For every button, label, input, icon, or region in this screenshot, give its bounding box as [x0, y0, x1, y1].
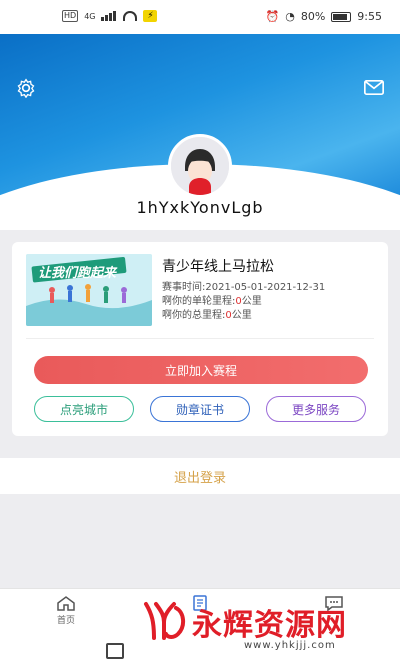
event-image-caption: 让我们跑起来	[38, 266, 117, 281]
wifi-icon	[123, 11, 138, 21]
clock: 9:55	[357, 10, 382, 23]
signal-icon	[101, 11, 118, 21]
total-distance-line: 啊你的总里程:0公里	[162, 310, 252, 321]
light-city-button[interactable]: 点亮城市	[34, 396, 134, 422]
alarm-icon: ⏰	[265, 10, 280, 23]
tab-home-label: 首页	[56, 616, 75, 626]
join-race-button[interactable]: 立即加入赛程	[34, 356, 368, 384]
watermark-logo	[144, 602, 185, 640]
recent-apps-button[interactable]	[106, 643, 124, 659]
settings-icon[interactable]	[16, 78, 36, 98]
avatar-illustration	[171, 137, 229, 195]
logout-button[interactable]: 退出登录	[0, 458, 400, 494]
status-bar: HD 4G ⚡ ⏰ ◔ 80% 9:55	[0, 0, 400, 34]
power-saving-icon: ⚡	[143, 10, 158, 22]
event-card: 让我们跑起来 青少年线上马拉松 赛事时间:2021-05-01-2021-12-…	[12, 242, 388, 436]
single-distance-line: 啊你的单轮里程:0公里	[162, 296, 262, 307]
watermark: 永辉资源网 www.yhkjjj.com	[140, 596, 390, 660]
tab-home[interactable]: 首页	[36, 595, 96, 626]
card-divider	[26, 338, 374, 339]
avatar[interactable]	[168, 134, 232, 198]
watermark-text: 永辉资源网	[192, 608, 347, 643]
battery-percent: 80%	[300, 10, 326, 23]
event-title[interactable]: 青少年线上马拉松	[162, 256, 274, 276]
watermark-url: www.yhkjjj.com	[244, 640, 336, 651]
network-gen: 4G	[84, 11, 96, 21]
battery-icon	[331, 11, 352, 22]
event-date-line: 赛事时间:2021-05-01-2021-12-31	[162, 282, 326, 293]
hd-badge: HD	[62, 10, 79, 22]
mail-icon[interactable]	[364, 80, 384, 95]
event-image[interactable]: 让我们跑起来	[26, 254, 152, 326]
username: 1hYxkYonvLgb	[136, 198, 264, 217]
speed-icon: ◔	[285, 10, 295, 23]
medal-certificate-button[interactable]: 勋章证书	[150, 396, 250, 422]
home-icon	[57, 596, 75, 611]
more-services-button[interactable]: 更多服务	[266, 396, 366, 422]
